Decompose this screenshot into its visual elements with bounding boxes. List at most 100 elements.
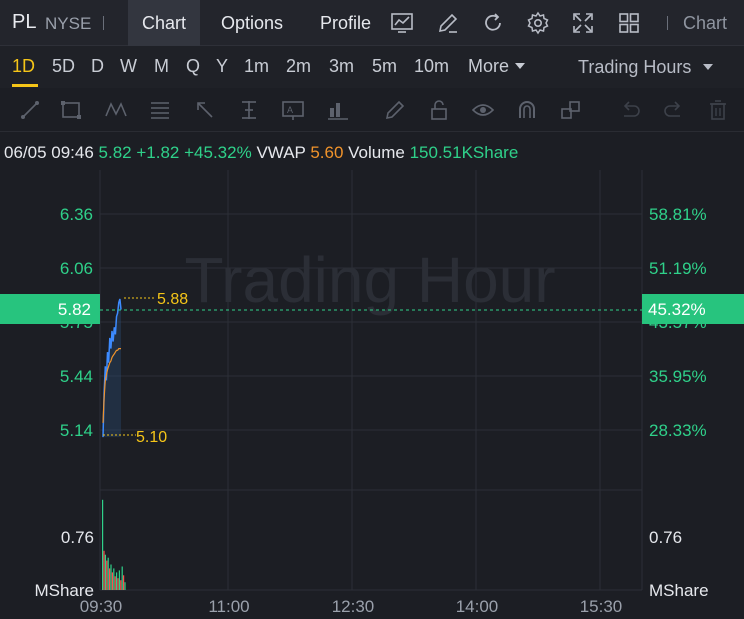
- x-tick-label: 12:30: [332, 597, 375, 616]
- volume-bar: [107, 557, 109, 590]
- session-label: Trading Hours: [578, 57, 692, 77]
- period-10m[interactable]: 10m: [414, 56, 449, 77]
- redo-icon[interactable]: [662, 98, 686, 122]
- eye-icon[interactable]: [471, 98, 495, 122]
- indicator-chart-icon[interactable]: [390, 11, 414, 35]
- top-bar: PL NYSE Chart Options Profile Chart: [0, 0, 744, 46]
- chart-grid: [99, 170, 643, 591]
- pct-tick-label: 28.33%: [649, 421, 707, 440]
- fullscreen-expand-icon[interactable]: [571, 11, 595, 35]
- magnet-icon[interactable]: [515, 98, 539, 122]
- lock-icon[interactable]: [427, 98, 451, 122]
- period-1d[interactable]: 1D: [12, 56, 35, 77]
- divider: [103, 16, 104, 30]
- drawing-toolbar: A: [0, 88, 744, 132]
- x-tick-label: 14:00: [456, 597, 499, 616]
- draw-pen-icon[interactable]: [436, 11, 460, 35]
- period-5d[interactable]: 5D: [52, 56, 75, 77]
- tab-options[interactable]: Options: [207, 0, 297, 46]
- chevron-down-icon: [703, 64, 714, 70]
- trash-icon[interactable]: [706, 98, 730, 122]
- period-bar: 1D 5D D W M Q Y 1m 2m 3m 5m 10m More Tra…: [0, 46, 744, 88]
- current-price-badge-text: 5.82: [58, 300, 91, 319]
- volume-bar: [102, 499, 104, 590]
- volume-value: 150.51KShare: [409, 143, 519, 162]
- volume-label: Volume: [348, 143, 405, 162]
- volume-bar: [116, 572, 118, 590]
- high-marker-label: 5.88: [157, 291, 188, 308]
- volume-bar: [109, 568, 111, 590]
- volume-series: [102, 499, 126, 590]
- pattern-tool-icon[interactable]: [104, 98, 128, 122]
- pct-tick-label: 35.95%: [649, 367, 707, 386]
- volume-bar: [120, 580, 122, 590]
- y-tick-label: 5.44: [60, 367, 93, 386]
- volume-scale-left: 0.76: [61, 528, 94, 547]
- volume-bar: [117, 578, 119, 590]
- exchange-label: NYSE: [45, 14, 92, 33]
- line-tool-icon[interactable]: [18, 98, 42, 122]
- period-5m[interactable]: 5m: [372, 56, 397, 77]
- session-dropdown[interactable]: Trading Hours: [578, 57, 714, 78]
- fib-tool-icon[interactable]: [148, 98, 172, 122]
- more-label: More: [468, 56, 510, 76]
- period-1m[interactable]: 1m: [244, 56, 269, 77]
- x-tick-label: 11:00: [208, 597, 249, 616]
- y-tick-label: 6.06: [60, 259, 93, 278]
- period-2m[interactable]: 2m: [286, 56, 311, 77]
- period-m[interactable]: M: [154, 56, 169, 77]
- price-series: [102, 298, 122, 438]
- low-marker-label: 5.10: [136, 429, 167, 446]
- volume-bar: [113, 568, 115, 590]
- pct-tick-label: 58.81%: [649, 205, 707, 224]
- more-periods-dropdown[interactable]: More: [468, 56, 526, 77]
- text-tool-icon[interactable]: A: [281, 98, 305, 122]
- quote-change-pct: +45.32%: [184, 143, 252, 162]
- tab-chart[interactable]: Chart: [128, 0, 201, 46]
- period-3m[interactable]: 3m: [329, 56, 354, 77]
- volume-bar: [123, 575, 125, 590]
- volume-bar: [103, 550, 105, 590]
- pct-tick-label: 51.19%: [649, 259, 707, 278]
- tab-profile[interactable]: Profile: [306, 0, 385, 46]
- brush-icon[interactable]: [383, 98, 407, 122]
- period-d[interactable]: D: [91, 56, 104, 77]
- quote-summary: 06/05 09:46 5.82 +1.82 +45.32% VWAP 5.60…: [4, 143, 518, 163]
- refresh-icon[interactable]: [481, 11, 505, 35]
- bar-pattern-tool-icon[interactable]: [326, 98, 350, 122]
- y-tick-label: 5.14: [60, 421, 93, 440]
- vwap-value: 5.60: [310, 143, 344, 162]
- arrow-tool-icon[interactable]: [193, 98, 217, 122]
- volume-bar: [104, 554, 106, 590]
- undo-icon[interactable]: [618, 98, 642, 122]
- period-w[interactable]: W: [120, 56, 137, 77]
- active-period-indicator: [12, 84, 38, 87]
- ticker-symbol[interactable]: PL: [12, 11, 36, 34]
- quote-change: +1.82: [136, 143, 180, 162]
- quote-price: 5.82: [98, 143, 132, 162]
- volume-scale-right: 0.76: [649, 528, 682, 547]
- intraday-chart[interactable]: Trading Hour 6.366.065.755.445.14 58.81%…: [0, 170, 744, 619]
- layout-grid-icon[interactable]: [617, 11, 641, 35]
- layers-icon[interactable]: [559, 98, 583, 122]
- volume-bar: [111, 572, 113, 590]
- watermark: Trading Hour: [184, 244, 555, 316]
- svg-text:A: A: [287, 105, 293, 115]
- quote-datetime: 06/05 09:46: [4, 143, 94, 162]
- volume-unit-left: MShare: [34, 581, 94, 600]
- volume-bar: [110, 564, 112, 590]
- tab-chart-right[interactable]: Chart: [683, 0, 727, 46]
- period-q[interactable]: Q: [186, 56, 200, 77]
- period-y[interactable]: Y: [216, 56, 228, 77]
- x-tick-label: 15:30: [580, 597, 623, 616]
- x-axis: 09:30 11:00 12:30 14:00 15:30: [80, 597, 623, 616]
- divider: [667, 16, 668, 30]
- chevron-down-icon: [515, 63, 526, 69]
- y-tick-label: 6.36: [60, 205, 93, 224]
- rectangle-tool-icon[interactable]: [59, 98, 83, 122]
- volume-bar: [106, 560, 108, 590]
- measure-tool-icon[interactable]: [237, 98, 261, 122]
- current-pct-badge-text: 45.32%: [648, 300, 706, 319]
- settings-gear-icon[interactable]: [526, 11, 550, 35]
- volume-bar: [124, 582, 126, 590]
